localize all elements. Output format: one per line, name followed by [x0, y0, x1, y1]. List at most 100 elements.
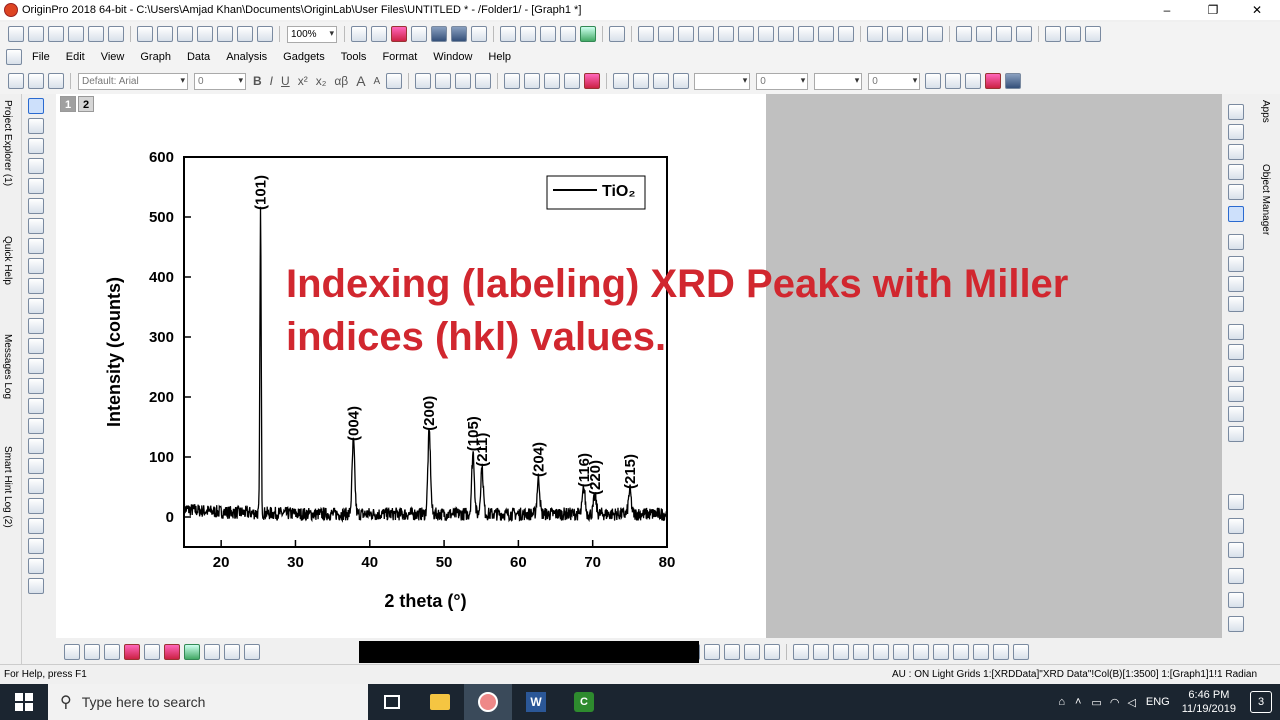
apps-tab[interactable]: Apps [1260, 100, 1271, 123]
decrease-font-button[interactable]: A [370, 76, 385, 87]
area-plot-icon[interactable] [184, 644, 200, 660]
arrow-tool-icon[interactable] [28, 318, 44, 334]
line-symbol-plot-icon[interactable] [104, 644, 120, 660]
merge-icon[interactable] [985, 73, 1002, 89]
object-manager-tab[interactable]: Object Manager [1260, 164, 1271, 235]
results-log-icon[interactable] [451, 26, 467, 42]
paste-icon[interactable] [48, 73, 64, 89]
line-plot-icon[interactable] [64, 644, 80, 660]
document-menu-icon[interactable] [6, 49, 22, 65]
border-style-select[interactable] [814, 72, 863, 90]
sort-desc-icon[interactable] [678, 26, 694, 42]
same-width-icon[interactable] [893, 644, 909, 660]
save-template-icon[interactable] [197, 26, 213, 42]
font-color-icon[interactable] [386, 73, 403, 89]
set-x-icon[interactable] [867, 26, 883, 42]
font-size-select[interactable]: 0 [194, 72, 246, 90]
grid-icon[interactable] [965, 73, 982, 89]
rectangle-tool-icon[interactable] [28, 358, 44, 374]
3d-wire-icon[interactable] [704, 644, 720, 660]
pie-plot-icon[interactable] [204, 644, 220, 660]
prev-icon[interactable] [976, 26, 992, 42]
right-tool-15-icon[interactable] [1228, 406, 1244, 422]
export-icon[interactable] [371, 26, 387, 42]
menu-edit[interactable]: Edit [58, 51, 93, 63]
subscript-button[interactable]: x₂ [312, 74, 331, 88]
layer-contents-icon[interactable] [28, 498, 44, 514]
add-app-icon[interactable] [580, 26, 596, 42]
insert-worksheet-icon[interactable] [455, 73, 472, 89]
greek-button[interactable]: αβ [330, 74, 352, 88]
text-tool-icon[interactable] [28, 278, 44, 294]
pointer-icon[interactable] [28, 98, 44, 114]
menu-gadgets[interactable]: Gadgets [275, 51, 333, 63]
contour-icon[interactable] [724, 644, 740, 660]
recalculate-icon[interactable] [257, 26, 273, 42]
taskbar-search[interactable]: ⚲ Type here to search [48, 684, 368, 720]
histogram-icon[interactable] [778, 26, 794, 42]
front-icon[interactable] [544, 73, 561, 89]
draw-data-icon[interactable] [28, 258, 44, 274]
fill-color-icon[interactable] [613, 73, 630, 89]
align-right-icon[interactable] [813, 644, 829, 660]
ungroup-icon[interactable] [524, 73, 541, 89]
column-chart-icon[interactable] [758, 26, 774, 42]
scatter-plot-icon[interactable] [84, 644, 100, 660]
origin-app-icon[interactable] [4, 3, 18, 17]
xrd-chart[interactable]: 20 30 40 50 60 70 80 0 100 200 300 400 500 600 (101) (0… [56, 94, 1068, 638]
set-y-icon[interactable] [887, 26, 903, 42]
right-tool-2-icon[interactable] [1228, 124, 1244, 140]
line-tool-icon[interactable] [28, 338, 44, 354]
tag-icon[interactable] [1045, 26, 1061, 42]
import-wizard-icon[interactable] [237, 26, 253, 42]
import-icon[interactable] [217, 26, 233, 42]
set-values-icon[interactable] [698, 26, 714, 42]
filter-clear-icon[interactable] [818, 26, 834, 42]
zoom-in-icon[interactable] [28, 118, 44, 134]
merge-tool-icon[interactable] [28, 538, 44, 554]
page-tab-2[interactable]: 2 [78, 96, 94, 112]
right-tool-22-icon[interactable] [1228, 616, 1244, 632]
quick-help-tab[interactable]: Quick Help [2, 236, 13, 285]
first-icon[interactable] [956, 26, 972, 42]
new-matrix-icon[interactable] [88, 26, 104, 42]
new-function-icon[interactable] [108, 26, 124, 42]
minimize-button[interactable]: – [1144, 0, 1190, 20]
screen-reader-icon[interactable] [28, 178, 44, 194]
more-icon[interactable] [1085, 26, 1101, 42]
align-top-icon[interactable] [833, 644, 849, 660]
align-bottom-icon[interactable] [853, 644, 869, 660]
data-selector-icon[interactable] [28, 218, 44, 234]
start-button[interactable] [0, 684, 48, 720]
project-explorer-tab[interactable]: Project Explorer (1) [2, 100, 13, 186]
new-project-icon[interactable] [8, 26, 24, 42]
right-tool-11-icon[interactable] [1228, 324, 1244, 340]
filter-icon[interactable] [798, 26, 814, 42]
pin-icon[interactable] [1065, 26, 1081, 42]
legend[interactable]: TiO₂ [546, 175, 646, 210]
delete-sheet-icon[interactable] [475, 73, 492, 89]
annotation-icon[interactable] [28, 198, 44, 214]
mask-icon[interactable] [28, 238, 44, 254]
sum-icon[interactable] [638, 26, 654, 42]
cut-icon[interactable] [8, 73, 24, 89]
underline-button[interactable]: U [277, 74, 294, 88]
messages-log-tab[interactable]: Messages Log [2, 334, 13, 399]
network-icon[interactable]: ▭ [1091, 696, 1101, 709]
open-icon[interactable] [137, 26, 153, 42]
refresh-tool-icon[interactable] [28, 518, 44, 534]
bar-chart-icon[interactable] [738, 26, 754, 42]
refresh-icon[interactable] [411, 26, 427, 42]
menu-tools[interactable]: Tools [333, 51, 375, 63]
restore-button[interactable]: ❐ [1190, 0, 1236, 20]
hatch-icon[interactable] [925, 73, 942, 89]
right-tool-18-icon[interactable] [1228, 518, 1244, 534]
symbol-icon[interactable] [673, 73, 690, 89]
right-tool-12-icon[interactable] [1228, 344, 1244, 360]
superscript-button[interactable]: x² [294, 74, 312, 88]
back-objects-icon[interactable] [993, 644, 1009, 660]
border-width-select[interactable]: 0 [868, 72, 921, 90]
next-icon[interactable] [996, 26, 1012, 42]
right-tool-7-icon[interactable] [1228, 234, 1244, 250]
line-color-icon[interactable] [653, 73, 670, 89]
